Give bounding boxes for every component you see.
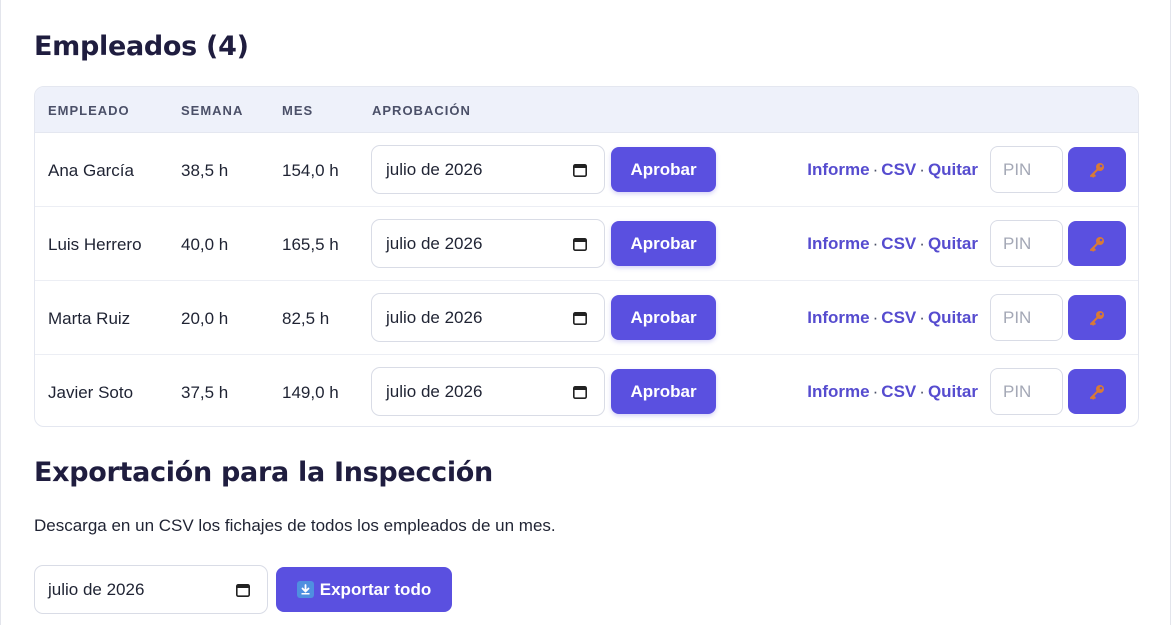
export-month-value: julio de 2026 [48,580,145,599]
csv-link[interactable]: CSV [881,160,916,179]
approval-month-value: julio de 2026 [386,160,483,179]
employee-name: Luis Herrero [48,235,142,254]
approval-month-input[interactable]: julio de 2026 [371,367,605,416]
csv-link[interactable]: CSV [881,382,916,401]
separator: · [872,382,879,401]
set-pin-button[interactable] [1068,369,1126,414]
export-description: Descarga en un CSV los fichajes de todos… [34,516,556,535]
export-all-button[interactable]: Exportar todo [276,567,452,612]
month-hours: 154,0 h [282,161,339,180]
report-link[interactable]: Informe [807,308,869,327]
remove-link[interactable]: Quitar [928,308,978,327]
week-hours: 40,0 h [181,235,229,254]
approve-button[interactable]: Aprobar [611,295,716,340]
table-row: Javier Soto 37,5 h 149,0 h julio de 2026… [35,355,1138,426]
calendar-icon[interactable] [236,583,250,597]
approval-month-input[interactable]: julio de 2026 [371,293,605,342]
employee-name: Ana García [48,161,134,180]
csv-link[interactable]: CSV [881,308,916,327]
employee-name: Javier Soto [48,383,134,402]
calendar-icon[interactable] [573,163,587,177]
set-pin-button[interactable] [1068,295,1126,340]
calendar-icon[interactable] [573,311,587,325]
employee-name: Marta Ruiz [48,309,131,328]
approve-button[interactable]: Aprobar [611,221,716,266]
separator: · [919,160,925,179]
table-row: Ana García 38,5 h 154,0 h julio de 2026 … [35,133,1138,207]
remove-link[interactable]: Quitar [928,234,978,253]
column-week: SEMANA [181,103,244,118]
calendar-icon[interactable] [573,237,587,251]
key-icon [1090,384,1104,400]
table-row: Luis Herrero 40,0 h 165,5 h julio de 202… [35,207,1138,281]
set-pin-button[interactable] [1068,147,1126,192]
row-actions: Informe · CSV · Quitar [807,382,978,402]
column-approval: APROBACIÓN [372,103,471,118]
pin-input[interactable]: PIN [990,146,1063,193]
download-icon [296,581,314,598]
export-month-input[interactable]: julio de 2026 [34,565,268,614]
key-icon [1090,162,1104,178]
calendar-icon[interactable] [573,385,587,399]
week-hours: 38,5 h [181,161,229,180]
approval-month-value: julio de 2026 [386,382,483,401]
table-row: Marta Ruiz 20,0 h 82,5 h julio de 2026 A… [35,281,1138,355]
approval-month-input[interactable]: julio de 2026 [371,145,605,194]
approve-button[interactable]: Aprobar [611,147,716,192]
export-all-label: Exportar todo [319,579,432,599]
separator: · [919,382,925,401]
separator: · [919,308,925,327]
month-hours: 149,0 h [282,383,339,402]
month-hours: 82,5 h [282,309,330,328]
remove-link[interactable]: Quitar [928,382,978,401]
row-actions: Informe · CSV · Quitar [807,234,978,254]
separator: · [872,234,879,253]
pin-input[interactable]: PIN [990,368,1063,415]
report-link[interactable]: Informe [807,160,869,179]
pin-input[interactable]: PIN [990,294,1063,341]
month-hours: 165,5 h [282,235,339,254]
separator: · [872,308,879,327]
approval-month-input[interactable]: julio de 2026 [371,219,605,268]
page-frame: Empleados (4) EMPLEADO SEMANA MES APROBA… [0,0,1171,625]
row-actions: Informe · CSV · Quitar [807,160,978,180]
column-month: MES [282,103,314,118]
remove-link[interactable]: Quitar [928,160,978,179]
separator: · [919,234,925,253]
employees-title: Empleados (4) [34,31,249,62]
report-link[interactable]: Informe [807,234,869,253]
export-title: Exportación para la Inspección [34,457,493,488]
key-icon [1090,310,1104,326]
column-employee: EMPLEADO [48,103,130,118]
employees-table: EMPLEADO SEMANA MES APROBACIÓN Ana Garcí… [34,86,1139,427]
approval-month-value: julio de 2026 [386,234,483,253]
row-actions: Informe · CSV · Quitar [807,308,978,328]
approval-month-value: julio de 2026 [386,308,483,327]
set-pin-button[interactable] [1068,221,1126,266]
key-icon [1090,236,1104,252]
pin-input[interactable]: PIN [990,220,1063,267]
approve-button[interactable]: Aprobar [611,369,716,414]
report-link[interactable]: Informe [807,382,869,401]
week-hours: 20,0 h [181,309,229,328]
week-hours: 37,5 h [181,383,229,402]
table-header: EMPLEADO SEMANA MES APROBACIÓN [35,87,1138,133]
separator: · [872,160,879,179]
csv-link[interactable]: CSV [881,234,916,253]
